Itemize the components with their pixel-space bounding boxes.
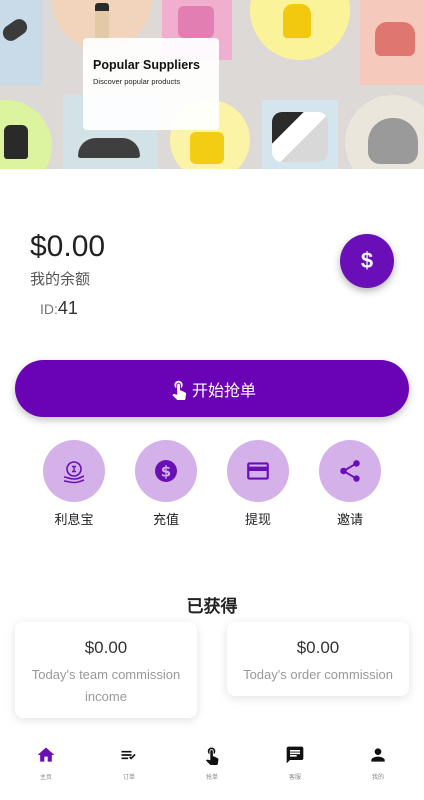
- action-recharge-circle: $: [135, 440, 197, 502]
- nav-grab[interactable]: 抢单: [182, 744, 242, 781]
- svg-text:$: $: [161, 463, 171, 481]
- dollar-coin-icon: $: [155, 460, 177, 482]
- foundation-bottle-image: [95, 3, 109, 39]
- action-interest[interactable]: 利息宝: [43, 440, 105, 528]
- action-recharge[interactable]: $ 充值: [135, 440, 197, 528]
- action-recharge-label: 充值: [152, 512, 179, 527]
- banner-subtitle: Discover popular products: [93, 77, 181, 86]
- action-interest-label: 利息宝: [54, 512, 94, 527]
- team-commission-card: $0.00 Today's team commission income: [15, 622, 197, 718]
- order-commission-label: Today's order commission: [243, 667, 393, 682]
- order-list-icon: [121, 750, 136, 760]
- nav-grab-label: 抢单: [205, 775, 218, 781]
- nav-mine[interactable]: 我的: [348, 744, 408, 781]
- drill-image: [190, 132, 224, 164]
- team-commission-label: Today's team commission income: [31, 667, 181, 704]
- balance-amount: $0.00: [30, 230, 106, 263]
- tap-icon: [205, 747, 219, 765]
- chat-icon: [286, 746, 304, 764]
- action-withdraw-label: 提现: [244, 512, 271, 527]
- order-commission-card: $0.00 Today's order commission: [227, 622, 409, 696]
- nav-home-label: 主页: [39, 775, 52, 781]
- chair-image: [283, 4, 311, 38]
- bottom-nav: 主页 订单 抢单 客服 我的: [0, 736, 424, 800]
- home-icon: [37, 747, 55, 762]
- tap-icon: [172, 380, 187, 400]
- sweater-image: [178, 6, 214, 38]
- banner[interactable]: Popular Suppliers Discover popular produ…: [0, 0, 424, 169]
- earned-title: 已获得: [186, 597, 238, 616]
- action-invite-label: 邀请: [336, 512, 363, 527]
- elephant-toy-image: [368, 118, 418, 164]
- banner-card: Popular Suppliers Discover popular produ…: [83, 38, 219, 130]
- team-commission-amount: $0.00: [84, 638, 128, 657]
- nav-home[interactable]: 主页: [16, 744, 76, 781]
- order-commission-amount: $0.00: [296, 638, 340, 657]
- user-id-value: 41: [57, 298, 78, 318]
- user-id: ID:41: [40, 298, 78, 319]
- person-icon: [371, 748, 385, 762]
- action-withdraw[interactable]: 提现: [227, 440, 289, 528]
- dollar-icon: $: [360, 248, 374, 273]
- share-icon: [340, 460, 360, 482]
- card-icon: [247, 462, 269, 480]
- start-grab-button[interactable]: 开始抢单: [15, 360, 409, 417]
- nav-orders[interactable]: 订单: [99, 744, 159, 781]
- nav-mine-label: 我的: [371, 775, 384, 781]
- quick-actions: 利息宝 $ 充值 提现 邀请: [0, 440, 424, 530]
- action-withdraw-circle: [227, 440, 289, 502]
- nav-support[interactable]: 客服: [265, 744, 325, 781]
- mixer-image: [375, 22, 415, 56]
- nav-support-label: 客服: [288, 775, 301, 781]
- banner-title: Popular Suppliers: [93, 58, 200, 72]
- lamp-image: [78, 138, 140, 158]
- interest-icon: [63, 461, 85, 484]
- balance-dollar-button[interactable]: $: [340, 234, 394, 288]
- sneakers-image: [272, 112, 328, 162]
- action-invite-circle: [319, 440, 381, 502]
- product-tile: [0, 0, 42, 85]
- start-grab-label: 开始抢单: [191, 382, 256, 400]
- gloves-image: [4, 125, 28, 159]
- user-id-prefix: ID:: [40, 301, 58, 317]
- action-interest-circle: [43, 440, 105, 502]
- balance-label: 我的余额: [30, 271, 91, 288]
- action-invite[interactable]: 邀请: [319, 440, 381, 528]
- nav-orders-label: 订单: [122, 775, 135, 781]
